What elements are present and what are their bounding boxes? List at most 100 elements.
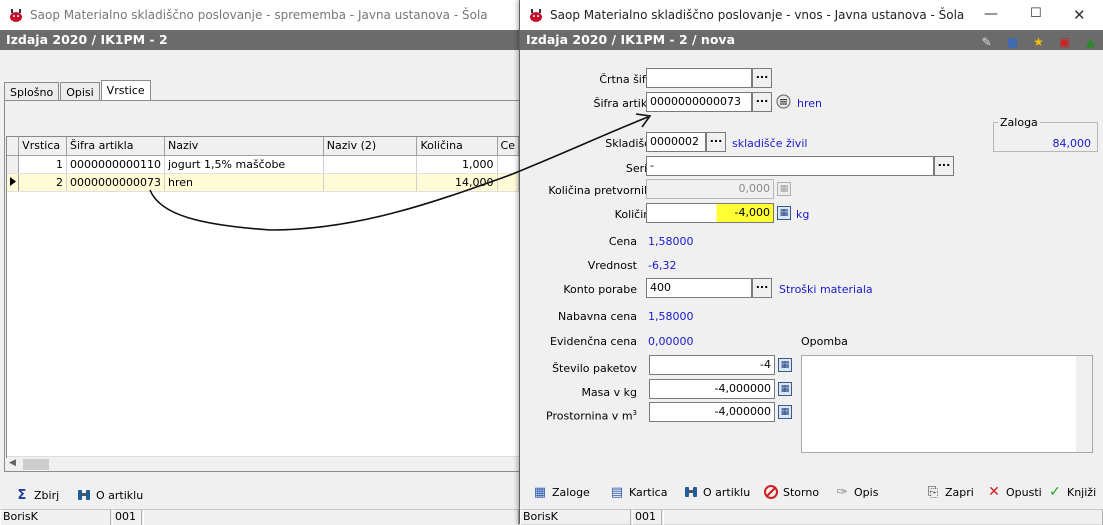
front-title-bar: Saop Materialno skladiščno poslovanje - … <box>520 0 1103 30</box>
cell-naziv2 <box>323 155 418 174</box>
calendar-grid-icon: ▦ <box>533 484 547 500</box>
scroll-left-arrow-icon[interactable]: ◀ <box>9 458 16 468</box>
back-subtitle: Izdaja 2020 / IK1PM - 2 <box>0 30 519 50</box>
desc-button[interactable]: ✑ Opis <box>834 484 879 500</box>
back-status-bar: BorisK 001 <box>0 509 520 525</box>
cell-naziv: hren <box>164 173 324 192</box>
col-header-kolicina[interactable]: Količina <box>416 137 498 156</box>
storno-button-label: Storno <box>783 485 820 499</box>
minimize-icon[interactable]: — <box>984 6 998 22</box>
article-code-lookup-button[interactable]: ... <box>752 92 772 112</box>
cell-naziv: jogurt 1,5% maščobe <box>164 155 324 174</box>
status-code: 001 <box>112 510 142 525</box>
warehouse-field[interactable]: 0000002 <box>646 132 706 152</box>
col-header-naziv[interactable]: Naziv <box>164 137 324 156</box>
status-user: BorisK <box>0 510 111 525</box>
qty-calculator-icon[interactable]: ▦ <box>777 206 791 220</box>
converter-qty-label: Količina pretvornika <box>548 184 657 197</box>
storno-button[interactable]: Storno <box>763 484 819 500</box>
cell-cena <box>497 155 519 174</box>
binoculars-icon <box>78 490 90 500</box>
back-window: Saop Materialno skladiščno poslovanje - … <box>0 0 520 525</box>
col-header-cena[interactable]: Ce <box>497 137 519 156</box>
packages-field[interactable]: -4 <box>649 355 775 375</box>
export-icon[interactable]: ▲ <box>1082 33 1099 50</box>
front-window: Saop Materialno skladiščno poslovanje - … <box>519 0 1103 525</box>
edit-icon[interactable]: ✎ <box>978 33 995 50</box>
close-button-label: Zapri <box>945 485 974 499</box>
barcode-lookup-button[interactable]: ... <box>752 68 772 88</box>
cell-kolicina: 1,000 <box>416 155 498 174</box>
record-price-value: 0,00000 <box>648 335 694 348</box>
table-row[interactable]: 1 0000000000110 jogurt 1,5% maščobe 1,00… <box>7 155 519 174</box>
cell-vrstica: 2 <box>18 173 67 192</box>
collect-button[interactable]: Σ Zbirj <box>14 487 60 503</box>
row-indicator <box>7 173 20 192</box>
status-empty <box>663 510 1103 525</box>
grid-header-row: Vrstica Šifra artikla Naziv Naziv (2) Ko… <box>7 137 519 156</box>
scroll-thumb[interactable] <box>23 459 49 470</box>
article-name: hren <box>797 97 822 110</box>
volume-calculator-icon[interactable]: ▦ <box>778 405 792 419</box>
warehouse-lookup-button[interactable]: ... <box>706 132 726 152</box>
note-scrollbar[interactable] <box>1076 356 1092 452</box>
desc-button-label: Opis <box>854 485 879 499</box>
volume-label: Prostornina v m3 <box>546 409 637 423</box>
maximize-icon[interactable]: ☐ <box>1030 6 1042 21</box>
mass-field[interactable]: -4,000000 <box>649 379 775 399</box>
status-empty <box>143 510 519 525</box>
converter-calculator-icon: ▦ <box>777 182 791 196</box>
abandon-button-label: Opusti <box>1006 485 1042 499</box>
qty-field[interactable]: -4,000 <box>646 203 774 223</box>
tab-opisi[interactable]: Opisi <box>60 82 100 101</box>
account-field[interactable]: 400 <box>646 278 752 298</box>
front-window-title: Saop Materialno skladiščno poslovanje - … <box>550 8 965 22</box>
sigma-icon: Σ <box>17 487 27 503</box>
value-label: Vrednost <box>587 259 637 272</box>
packages-calculator-icon[interactable]: ▦ <box>778 358 792 372</box>
status-user: BorisK <box>520 510 631 525</box>
back-title-bar: Saop Materialno skladiščno poslovanje - … <box>0 0 519 30</box>
tab-splosno[interactable]: Splošno <box>4 82 60 101</box>
close-button[interactable]: ⎘ Zapri <box>925 484 974 500</box>
table-row[interactable]: 2 0000000000073 hren 14,000 <box>7 173 519 192</box>
col-header-vrstica[interactable]: Vrstica <box>18 137 67 156</box>
note-label: Opomba <box>801 335 848 348</box>
row-indicator <box>7 155 20 174</box>
purchase-price-value: 1,58000 <box>648 310 694 323</box>
cell-kolicina: 14,000 <box>416 173 498 192</box>
note-textarea[interactable] <box>801 355 1093 453</box>
favorite-star-icon[interactable]: ★ <box>1030 33 1047 50</box>
article-code-field[interactable]: 0000000000073 <box>646 92 752 112</box>
grid-settings-icon[interactable]: ▦ <box>1004 33 1021 50</box>
col-header-sifra[interactable]: Šifra artikla <box>66 137 165 156</box>
col-header-naziv2[interactable]: Naziv (2) <box>323 137 418 156</box>
article-detail-icon[interactable] <box>776 94 791 109</box>
grid-horizontal-scrollbar[interactable]: ◀ <box>7 456 519 471</box>
mass-calculator-icon[interactable]: ▦ <box>778 382 792 396</box>
stock-group-label: Zaloga <box>998 116 1040 129</box>
about-article-button[interactable]: O artiklu <box>76 487 143 503</box>
series-lookup-button[interactable]: ... <box>934 156 954 176</box>
tab-vrstice[interactable]: Vrstice <box>100 80 151 101</box>
card-button-label: Kartica <box>629 485 668 499</box>
barcode-field[interactable] <box>646 68 752 88</box>
cancel-circle-icon <box>764 485 778 499</box>
volume-field[interactable]: -4,000000 <box>649 402 775 422</box>
account-lookup-button[interactable]: ... <box>752 278 772 298</box>
delete-document-icon[interactable]: ▣ <box>1056 33 1073 50</box>
description-icon: ✑ <box>836 484 848 500</box>
about-article-front-button[interactable]: O artiklu <box>683 484 750 500</box>
abandon-button[interactable]: ✕ Opusti <box>986 484 1042 500</box>
lines-grid[interactable]: Vrstica Šifra artikla Naziv Naziv (2) Ko… <box>6 136 520 458</box>
cell-naziv2 <box>323 173 418 192</box>
post-button[interactable]: ✓ Knjiži <box>1047 484 1096 500</box>
price-value: 1,58000 <box>648 235 694 248</box>
red-x-icon: ✕ <box>988 484 1000 500</box>
cell-sifra: 0000000000073 <box>66 173 165 192</box>
stock-button[interactable]: ▦ Zaloge <box>532 484 590 500</box>
series-field[interactable]: - <box>646 156 934 176</box>
card-button[interactable]: ▤ Kartica <box>609 484 668 500</box>
close-icon[interactable]: ✕ <box>1073 6 1086 24</box>
saop-app-icon <box>10 9 22 22</box>
